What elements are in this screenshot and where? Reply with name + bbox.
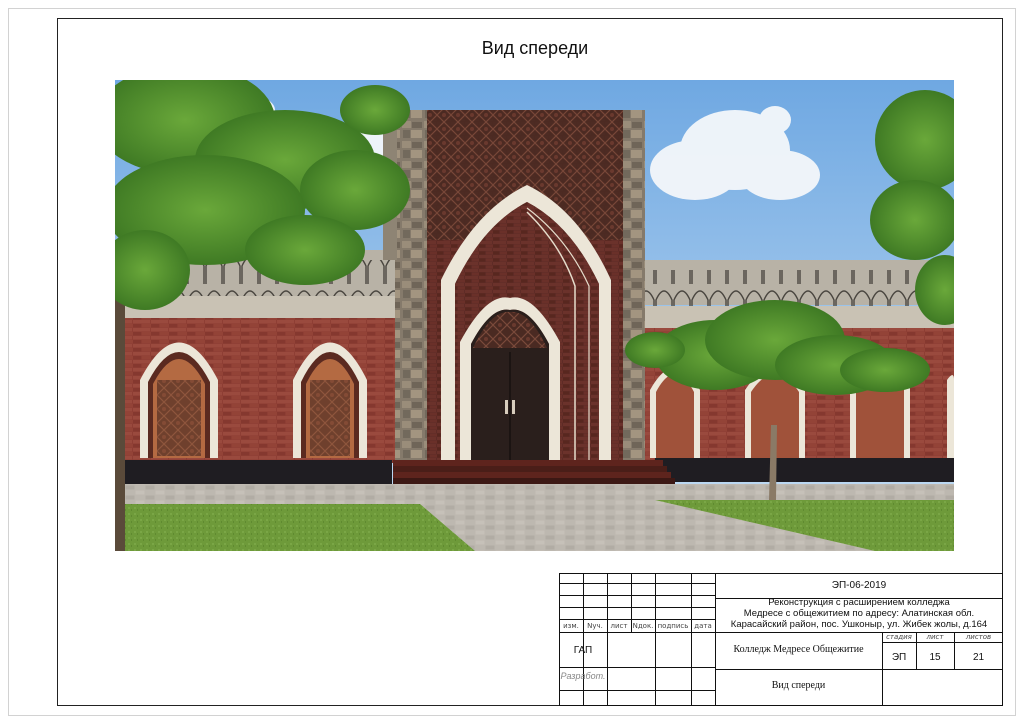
sheets-total: 21 — [972, 652, 985, 663]
central-portal — [383, 110, 645, 462]
role-gap: ГАП — [573, 645, 593, 656]
stage-header-stadia: стадия — [886, 633, 912, 641]
role-developed: Разработ. — [560, 671, 606, 681]
stage-header-listov: листов — [965, 633, 992, 641]
stage-header-list: лист — [926, 633, 944, 641]
architectural-render — [115, 80, 954, 551]
col-header-list: лист — [610, 622, 628, 630]
drawing-name: Вид спереди — [771, 680, 826, 691]
project-line-2: Медресе с общежитием по адресу: Алатинск… — [743, 608, 975, 619]
sheet-title: Вид спереди — [481, 38, 589, 58]
render-illustration — [115, 80, 954, 551]
col-header-signature: подпись — [657, 622, 689, 630]
col-header-date: дата — [694, 622, 712, 630]
object-name: Колледж Медресе Общежитие — [733, 644, 864, 655]
sheet-number: 15 — [929, 652, 941, 663]
project-line-3: Карасайский район, пос. Ушконыр, ул. Жиб… — [730, 619, 988, 630]
col-header-izm: изм. — [563, 622, 579, 630]
doc-code: ЭП-06-2019 — [831, 580, 887, 591]
stage-value: ЭП — [891, 652, 907, 663]
project-line-1: Реконструкция с расширением колледжа — [768, 597, 950, 608]
col-header-ndok: Nдок. — [632, 622, 654, 630]
col-header-nuch: Nуч. — [587, 622, 603, 630]
title-block: изм. Nуч. лист Nдок. подпись дата ГАП Ра… — [559, 573, 1003, 706]
